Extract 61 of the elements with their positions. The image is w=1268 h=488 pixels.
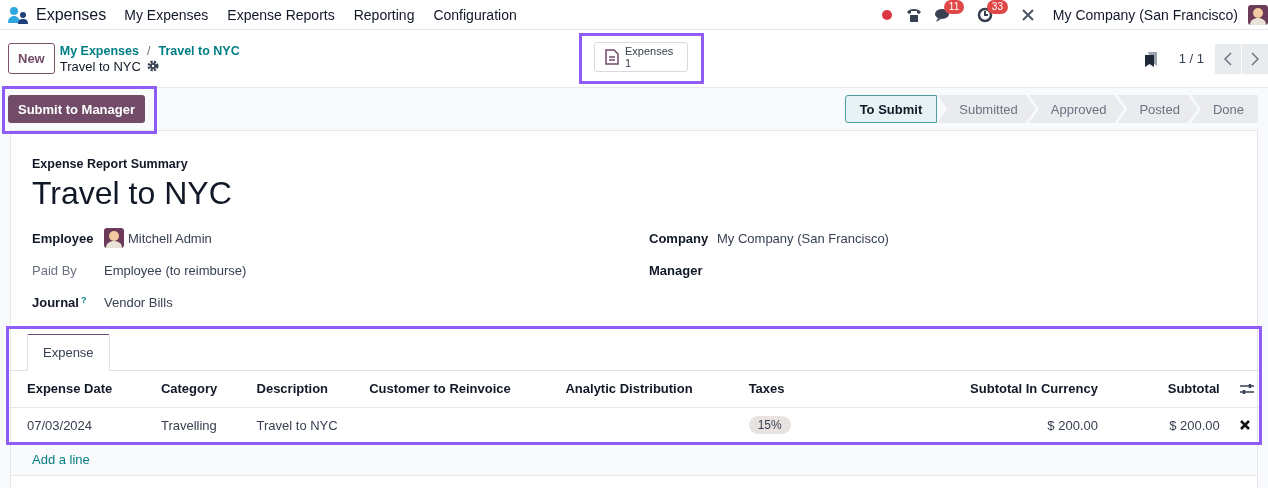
breadcrumb-link[interactable]: My Expenses <box>59 43 139 58</box>
status-stage[interactable]: Submitted <box>937 95 1036 123</box>
field-value: Vendor Bills <box>104 294 173 310</box>
chevron-left-icon <box>1224 51 1232 66</box>
avatar-icon <box>104 228 124 248</box>
add-line-link[interactable]: Add a line <box>32 451 90 467</box>
menu-item[interactable]: Configuration <box>433 6 517 23</box>
status-stage[interactable]: Done <box>1190 95 1258 123</box>
app-name[interactable]: Expenses <box>36 5 107 24</box>
delete-icon[interactable] <box>1239 420 1250 430</box>
expenses-smart-button[interactable]: Expenses 1 <box>594 42 688 72</box>
help-mark[interactable]: ? <box>80 294 87 305</box>
table-cell: Travelling <box>160 417 217 433</box>
table-cell: $ 200.00 <box>1169 417 1220 433</box>
new-button[interactable]: New <box>8 43 55 74</box>
form-title: Travel to NYC <box>32 174 233 212</box>
table-cell: 07/03/2024 <box>27 417 93 433</box>
notebook-tab[interactable]: Expense <box>27 334 110 371</box>
table-cell: $ 200.00 <box>1047 417 1098 433</box>
status-stage[interactable]: Posted <box>1117 95 1198 123</box>
column-header[interactable]: Category <box>150 371 247 407</box>
tax-tag: 15% <box>748 416 791 434</box>
column-header[interactable]: Taxes <box>738 371 902 407</box>
column-header[interactable]: Subtotal <box>1107 371 1230 407</box>
field-value: Mitchell Admin <box>128 230 212 246</box>
document-icon <box>605 49 619 65</box>
phone-icon[interactable] <box>905 6 922 23</box>
breadcrumb-separator: / <box>146 43 151 58</box>
activity-count-badge: 33 <box>986 0 1008 14</box>
menu-item[interactable]: My Expenses <box>124 6 209 23</box>
table-cell: Travel to NYC <box>256 417 338 433</box>
company-switcher[interactable]: My Company (San Francisco) <box>1052 6 1238 23</box>
pager-value: 1 / 1 <box>1178 51 1204 66</box>
column-header[interactable]: Customer to Reinvoice <box>359 371 556 407</box>
field-label: Paid By <box>32 262 77 278</box>
avatar-icon[interactable] <box>1248 4 1268 25</box>
bookmarks-icon[interactable] <box>1142 50 1159 67</box>
status-stage[interactable]: Approved <box>1028 95 1125 123</box>
field-value: My Company (San Francisco) <box>717 230 889 246</box>
field-label: Journal <box>32 294 79 310</box>
field-label: Manager <box>649 262 703 278</box>
field-label: Employee <box>32 230 94 246</box>
column-header[interactable]: Subtotal In Currency <box>901 371 1108 407</box>
field-label: Company <box>649 230 709 246</box>
message-count-badge: 11 <box>943 0 965 14</box>
breadcrumb-link[interactable]: Travel to NYC <box>158 43 240 58</box>
submit-button[interactable]: Submit to Manager <box>8 95 145 123</box>
menu-item[interactable]: Reporting <box>353 6 415 23</box>
form-subtitle: Expense Report Summary <box>32 157 189 171</box>
status-dot-icon[interactable] <box>881 9 892 20</box>
column-header[interactable]: Analytic Distribution <box>555 371 739 407</box>
column-header[interactable]: Description <box>246 371 360 407</box>
column-header[interactable]: Expense Date <box>6 371 151 407</box>
clock-icon[interactable] <box>976 6 993 23</box>
app-logo-icon <box>8 5 28 24</box>
column-settings-icon[interactable] <box>1239 382 1254 395</box>
record-title: Travel to NYC <box>59 58 141 74</box>
field-value: Employee (to reimburse) <box>104 262 247 278</box>
chevron-right-icon <box>1251 51 1259 66</box>
menu-item[interactable]: Expense Reports <box>227 6 335 23</box>
status-stage[interactable]: To Submit <box>844 95 938 123</box>
